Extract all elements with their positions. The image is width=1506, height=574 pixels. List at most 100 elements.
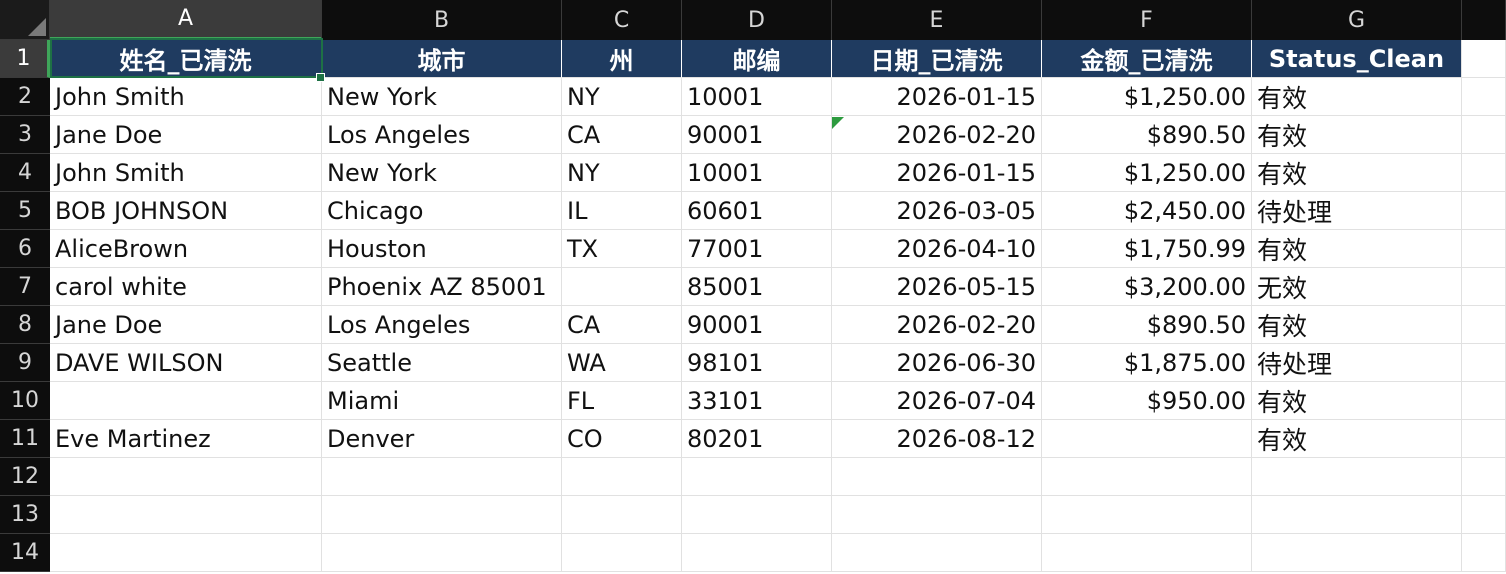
data-cell[interactable]: Eve Martinez	[50, 420, 322, 458]
empty-cell[interactable]	[50, 458, 322, 496]
column-header-d[interactable]: D	[682, 0, 832, 40]
data-cell[interactable]: Chicago	[322, 192, 562, 230]
empty-cell[interactable]	[1462, 230, 1506, 268]
data-cell[interactable]: 90001	[682, 116, 832, 154]
data-cell[interactable]: TX	[562, 230, 682, 268]
empty-cell[interactable]	[1462, 306, 1506, 344]
data-cell[interactable]: $890.50	[1042, 306, 1252, 344]
empty-cell[interactable]	[1462, 344, 1506, 382]
data-cell[interactable]: $1,250.00	[1042, 78, 1252, 116]
column-header-e[interactable]: E	[832, 0, 1042, 40]
row-header-14[interactable]: 14	[0, 534, 50, 572]
data-cell[interactable]: 有效	[1252, 154, 1462, 192]
column-header-g[interactable]: G	[1252, 0, 1462, 40]
empty-cell[interactable]	[1462, 268, 1506, 306]
data-cell[interactable]: $1,875.00	[1042, 344, 1252, 382]
empty-cell[interactable]	[1462, 534, 1506, 572]
empty-cell[interactable]	[1462, 496, 1506, 534]
data-cell[interactable]: AliceBrown	[50, 230, 322, 268]
row-header-5[interactable]: 5	[0, 192, 50, 230]
data-cell[interactable]: $950.00	[1042, 382, 1252, 420]
data-cell[interactable]: 60601	[682, 192, 832, 230]
data-cell[interactable]: Houston	[322, 230, 562, 268]
data-cell[interactable]: 2026-04-10	[832, 230, 1042, 268]
data-cell[interactable]: 90001	[682, 306, 832, 344]
data-cell[interactable]: John Smith	[50, 154, 322, 192]
empty-cell[interactable]	[322, 458, 562, 496]
data-cell[interactable]: Los Angeles	[322, 116, 562, 154]
row-header-11[interactable]: 11	[0, 420, 50, 458]
data-cell[interactable]: 10001	[682, 78, 832, 116]
column-header-f[interactable]: F	[1042, 0, 1252, 40]
data-cell[interactable]: Los Angeles	[322, 306, 562, 344]
empty-cell[interactable]	[682, 534, 832, 572]
fill-handle[interactable]	[316, 73, 325, 82]
data-cell[interactable]: Jane Doe	[50, 306, 322, 344]
data-cell[interactable]: 有效	[1252, 116, 1462, 154]
empty-cell[interactable]	[682, 496, 832, 534]
data-cell[interactable]: 77001	[682, 230, 832, 268]
data-cell[interactable]: 2026-08-12	[832, 420, 1042, 458]
data-cell[interactable]: NY	[562, 154, 682, 192]
data-cell[interactable]: $2,450.00	[1042, 192, 1252, 230]
data-cell[interactable]: Miami	[322, 382, 562, 420]
empty-cell[interactable]	[50, 496, 322, 534]
data-cell[interactable]: WA	[562, 344, 682, 382]
empty-cell[interactable]	[1252, 496, 1462, 534]
empty-cell[interactable]	[322, 534, 562, 572]
column-title-cell[interactable]: 金额_已清洗	[1042, 40, 1252, 78]
row-header-9[interactable]: 9	[0, 344, 50, 382]
column-title-cell[interactable]: 日期_已清洗	[832, 40, 1042, 78]
empty-cell[interactable]	[832, 496, 1042, 534]
data-cell[interactable]: 待处理	[1252, 192, 1462, 230]
empty-cell[interactable]	[50, 534, 322, 572]
data-cell[interactable]	[50, 382, 322, 420]
data-cell[interactable]: CA	[562, 116, 682, 154]
data-cell[interactable]: 10001	[682, 154, 832, 192]
data-cell[interactable]	[562, 268, 682, 306]
data-cell[interactable]: 85001	[682, 268, 832, 306]
data-cell[interactable]: New York	[322, 78, 562, 116]
column-title-cell[interactable]: 邮编	[682, 40, 832, 78]
data-cell[interactable]: $1,250.00	[1042, 154, 1252, 192]
data-cell[interactable]: CA	[562, 306, 682, 344]
error-indicator-icon[interactable]	[832, 117, 844, 129]
empty-cell[interactable]	[1462, 116, 1506, 154]
data-cell[interactable]: 2026-01-15	[832, 78, 1042, 116]
data-cell[interactable]: New York	[322, 154, 562, 192]
data-cell[interactable]: Seattle	[322, 344, 562, 382]
row-header-2[interactable]: 2	[0, 78, 50, 116]
column-header-c[interactable]: C	[562, 0, 682, 40]
data-cell[interactable]: $890.50	[1042, 116, 1252, 154]
data-cell[interactable]: 有效	[1252, 382, 1462, 420]
data-cell[interactable]: 无效	[1252, 268, 1462, 306]
data-cell[interactable]: Phoenix AZ 85001	[322, 268, 562, 306]
data-cell[interactable]: 98101	[682, 344, 832, 382]
empty-cell[interactable]	[1042, 458, 1252, 496]
data-cell[interactable]: FL	[562, 382, 682, 420]
column-title-cell[interactable]: 城市	[322, 40, 562, 78]
empty-cell[interactable]	[1462, 382, 1506, 420]
data-cell[interactable]: carol white	[50, 268, 322, 306]
row-header-13[interactable]: 13	[0, 496, 50, 534]
data-cell[interactable]: 2026-06-30	[832, 344, 1042, 382]
empty-cell[interactable]	[1042, 496, 1252, 534]
empty-cell[interactable]	[1042, 534, 1252, 572]
data-cell[interactable]: 有效	[1252, 420, 1462, 458]
data-cell[interactable]: 33101	[682, 382, 832, 420]
empty-cell[interactable]	[562, 496, 682, 534]
data-cell[interactable]: Denver	[322, 420, 562, 458]
empty-cell[interactable]	[1462, 192, 1506, 230]
data-cell[interactable]: DAVE WILSON	[50, 344, 322, 382]
empty-cell[interactable]	[832, 458, 1042, 496]
data-cell[interactable]: 有效	[1252, 306, 1462, 344]
empty-cell[interactable]	[1462, 420, 1506, 458]
data-cell[interactable]: Jane Doe	[50, 116, 322, 154]
row-header-12[interactable]: 12	[0, 458, 50, 496]
row-header-3[interactable]: 3	[0, 116, 50, 154]
column-title-cell[interactable]: 州	[562, 40, 682, 78]
data-cell[interactable]: 80201	[682, 420, 832, 458]
data-cell[interactable]: IL	[562, 192, 682, 230]
data-cell[interactable]: $1,750.99	[1042, 230, 1252, 268]
data-cell[interactable]: 2026-02-20	[832, 116, 1042, 154]
